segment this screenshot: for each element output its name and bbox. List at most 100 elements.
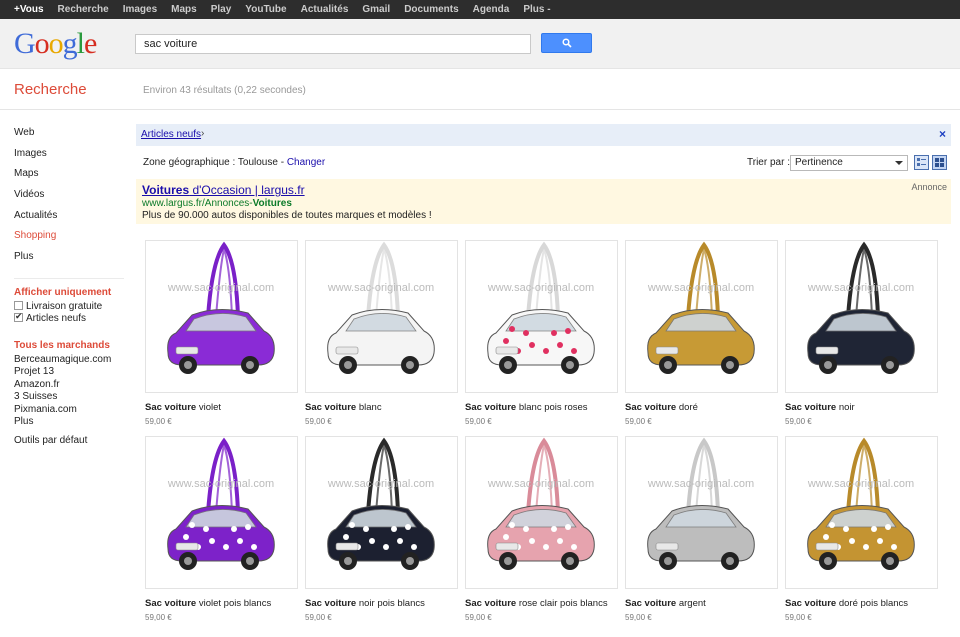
sidebar-item[interactable]: Web xyxy=(14,127,124,148)
sidebar-item[interactable]: Plus xyxy=(14,251,124,272)
merchant-link[interactable]: Berceaumagique.com xyxy=(14,354,124,367)
product-image[interactable]: www.sac-original.com xyxy=(785,436,938,589)
product-title[interactable]: Sac voiture blanc xyxy=(305,402,458,414)
watermark-text: www.sac-original.com xyxy=(487,478,594,490)
product-image[interactable]: www.sac-original.com xyxy=(465,240,618,393)
product-image[interactable]: www.sac-original.com xyxy=(145,240,298,393)
product-card[interactable]: www.sac-original.com Sac voiture violet 59… xyxy=(145,240,298,426)
sidebar-item[interactable]: Actualités xyxy=(14,210,124,231)
product-title-bold: Sac voiture xyxy=(625,598,677,609)
left-navigation: Web Images Maps Vidéos Actualités Shopping Plu… xyxy=(14,127,124,447)
product-card[interactable]: www.sac-original.com Sac voiture doré 59,0… xyxy=(625,240,778,426)
product-card[interactable]: www.sac-original.com Sac voiture violet p… xyxy=(145,436,298,622)
topnav-item[interactable]: Documents xyxy=(404,4,458,15)
car-bag-image: www.sac-original.com xyxy=(487,241,595,374)
watermark-text: www.sac-original.com xyxy=(487,282,594,294)
topnav-item[interactable]: Plus - xyxy=(523,4,550,15)
product-title-bold: Sac voiture xyxy=(625,402,677,413)
merchant-link[interactable]: Pixmania.com xyxy=(14,404,124,417)
topnav-item[interactable]: Play xyxy=(211,4,232,15)
search-input[interactable]: sac voiture xyxy=(135,34,531,54)
filter-option[interactable]: Livraison gratuite xyxy=(14,300,124,314)
product-title-bold: Sac voiture xyxy=(465,402,517,413)
product-title-rest: noir pois blancs xyxy=(356,598,425,609)
ad-title-link[interactable]: Voitures d'Occasion | largus.fr xyxy=(142,183,305,197)
product-image[interactable]: www.sac-original.com xyxy=(305,436,458,589)
topnav-item[interactable]: Maps xyxy=(171,4,197,15)
car-bag-image: www.sac-original.com xyxy=(327,437,435,570)
search-icon xyxy=(561,38,572,48)
merchant-link[interactable]: Plus xyxy=(14,416,124,429)
product-title[interactable]: Sac voiture doré xyxy=(625,402,778,414)
sidebar-item[interactable]: Maps xyxy=(14,168,124,189)
car-bag-image: www.sac-original.com xyxy=(647,437,755,570)
change-zone-link[interactable]: Changer xyxy=(287,157,325,168)
ad-title-bold: Voitures xyxy=(142,183,190,197)
product-title[interactable]: Sac voiture violet pois blancs xyxy=(145,598,298,610)
product-title[interactable]: Sac voiture argent xyxy=(625,598,778,610)
product-title-bold: Sac voiture xyxy=(305,402,357,413)
watermark-text: www.sac-original.com xyxy=(167,478,274,490)
product-image[interactable]: www.sac-original.com xyxy=(145,436,298,589)
car-bag-image: www.sac-original.com xyxy=(167,241,275,374)
topnav-item[interactable]: Agenda xyxy=(473,4,510,15)
product-card[interactable]: www.sac-original.com Sac voiture rose cla… xyxy=(465,436,618,622)
product-card[interactable]: www.sac-original.com Sac voiture noir 59,0… xyxy=(785,240,938,426)
product-price: 59,00 € xyxy=(465,613,492,622)
product-card[interactable]: www.sac-original.com Sac voiture blanc po… xyxy=(465,240,618,426)
close-icon[interactable]: × xyxy=(939,127,946,141)
watermark-text: www.sac-original.com xyxy=(327,478,434,490)
product-title[interactable]: Sac voiture rose clair pois blancs xyxy=(465,598,618,610)
product-image[interactable]: www.sac-original.com xyxy=(785,240,938,393)
checkbox[interactable] xyxy=(14,311,23,323)
grid-view-button[interactable] xyxy=(932,155,947,170)
sidebar-item[interactable]: Shopping xyxy=(14,230,124,251)
product-title[interactable]: Sac voiture noir pois blancs xyxy=(305,598,458,610)
ad-url-start: www.largus.fr/Annonces- xyxy=(142,198,253,209)
product-image[interactable]: www.sac-original.com xyxy=(305,240,458,393)
topnav-item[interactable]: +Vous xyxy=(14,4,44,15)
product-price: 59,00 € xyxy=(785,613,812,622)
list-view-button[interactable] xyxy=(914,155,929,170)
topnav-item[interactable]: Images xyxy=(123,4,157,15)
product-price: 59,00 € xyxy=(785,417,812,426)
product-title-rest: rose clair pois blancs xyxy=(516,598,608,609)
search-button[interactable] xyxy=(541,33,592,53)
product-image[interactable]: www.sac-original.com xyxy=(625,436,778,589)
merchants-title[interactable]: Tous les marchands xyxy=(14,340,124,351)
page-title: Recherche xyxy=(14,81,87,98)
product-card[interactable]: www.sac-original.com Sac voiture blanc 59,… xyxy=(305,240,458,426)
sort-value: Pertinence xyxy=(795,157,843,168)
tools-default-link[interactable]: Outils par défaut xyxy=(14,435,124,448)
sidebar-item[interactable]: Vidéos xyxy=(14,189,124,210)
product-title[interactable]: Sac voiture blanc pois roses xyxy=(465,402,618,414)
sort-label: Trier par : xyxy=(747,157,790,168)
watermark-text: www.sac-original.com xyxy=(807,478,914,490)
google-logo[interactable]: Google xyxy=(14,27,97,61)
merchant-link[interactable]: Amazon.fr xyxy=(14,379,124,392)
topnav-item[interactable]: YouTube xyxy=(245,4,286,15)
sidebar-item[interactable]: Images xyxy=(14,148,124,169)
product-title[interactable]: Sac voiture doré pois blancs xyxy=(785,598,938,610)
product-image[interactable]: www.sac-original.com xyxy=(465,436,618,589)
grid-view-icon xyxy=(935,158,944,167)
product-card[interactable]: www.sac-original.com Sac voiture doré poi… xyxy=(785,436,938,622)
product-image[interactable]: www.sac-original.com xyxy=(625,240,778,393)
topnav-item[interactable]: Recherche xyxy=(58,4,109,15)
filter-chip-articles-neufs[interactable]: Articles neufs xyxy=(141,129,201,140)
sponsored-ad: Voitures d'Occasion | largus.fr www.larg… xyxy=(136,179,951,224)
checkbox[interactable] xyxy=(14,300,23,310)
product-title[interactable]: Sac voiture violet xyxy=(145,402,298,414)
product-title-bold: Sac voiture xyxy=(145,402,197,413)
sort-select[interactable]: Pertinence xyxy=(790,155,908,171)
merchant-link[interactable]: Projet 13 xyxy=(14,366,124,379)
product-price: 59,00 € xyxy=(625,613,652,622)
topnav-item[interactable]: Gmail xyxy=(362,4,390,15)
filter-option[interactable]: Articles neufs xyxy=(14,311,124,326)
merchant-link[interactable]: 3 Suisses xyxy=(14,391,124,404)
watermark-text: www.sac-original.com xyxy=(647,282,754,294)
product-card[interactable]: www.sac-original.com Sac voiture noir poi… xyxy=(305,436,458,622)
topnav-item[interactable]: Actualités xyxy=(301,4,349,15)
product-title[interactable]: Sac voiture noir xyxy=(785,402,938,414)
product-card[interactable]: www.sac-original.com Sac voiture argent 59… xyxy=(625,436,778,622)
